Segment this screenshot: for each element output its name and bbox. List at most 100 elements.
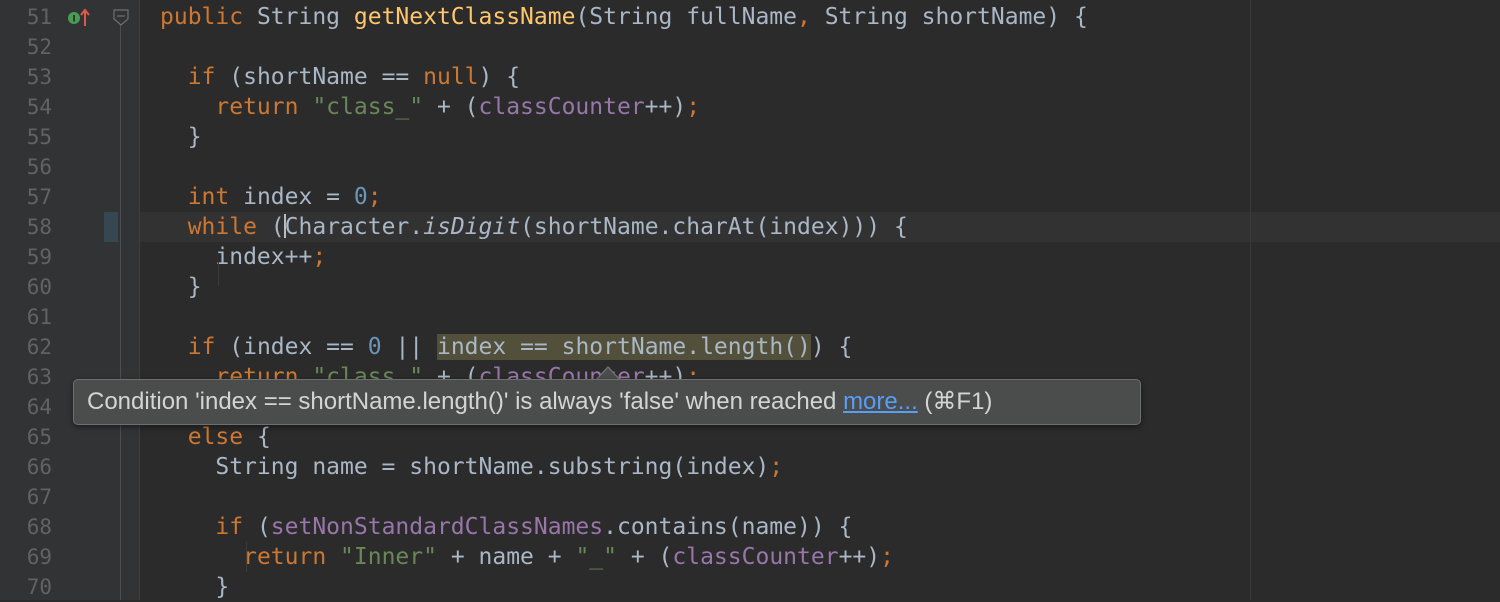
line-number: 53: [26, 65, 52, 89]
code-token: ;: [880, 544, 894, 570]
line-number: 70: [26, 575, 52, 599]
line-number: 57: [26, 185, 52, 209]
code-token: isDigit: [423, 214, 521, 240]
line-number: 68: [26, 515, 52, 539]
code-token: ;: [367, 184, 382, 210]
code-token: (shortName ==: [229, 64, 424, 90]
indent-guide: [246, 542, 247, 572]
code-token: 0: [367, 334, 382, 360]
code-token: ;: [769, 454, 784, 480]
fold-marker-icon[interactable]: [113, 9, 129, 31]
code-token: index =: [243, 184, 354, 210]
code-token: "class_": [312, 94, 424, 120]
line-number: 61: [26, 305, 52, 329]
inspection-tooltip: Condition 'index == shortName.length()' …: [73, 379, 1141, 425]
code-token: String shortName) {: [824, 4, 1088, 30]
code-token: ;: [312, 244, 327, 270]
code-line[interactable]: return "class_" + (classCounter++);: [160, 92, 700, 122]
line-number: 58: [26, 215, 52, 239]
implements-method-icon[interactable]: I: [66, 7, 92, 33]
svg-text:I: I: [72, 15, 75, 25]
code-token: setNonStandardClassNames: [270, 514, 604, 540]
code-token: while: [187, 214, 271, 240]
code-token: (: [270, 214, 285, 240]
line-number: 67: [26, 485, 52, 509]
code-line[interactable]: public String getNextClassName(String fu…: [160, 2, 1088, 32]
code-line[interactable]: if (shortName == null) {: [160, 62, 520, 92]
code-token: 0: [353, 184, 368, 210]
line-number: 56: [26, 155, 52, 179]
code-token: int: [187, 184, 244, 210]
code-line[interactable]: return "Inner" + name + "_" + (classCoun…: [160, 542, 894, 572]
code-token: "Inner": [340, 544, 437, 570]
code-token: + name +: [436, 544, 576, 570]
line-number: 54: [26, 95, 52, 119]
code-line[interactable]: int index = 0;: [160, 182, 382, 212]
code-token: null: [423, 64, 479, 90]
code-token: public: [160, 4, 257, 30]
code-token: ) {: [810, 334, 853, 360]
line-number: 52: [26, 35, 52, 59]
code-token: String: [256, 4, 354, 30]
code-line[interactable]: }: [160, 572, 229, 602]
code-token: (String fullName: [575, 4, 797, 30]
line-number: 65: [26, 425, 52, 449]
code-token: else: [187, 424, 257, 450]
code-token: Character.: [284, 214, 424, 240]
tooltip-message: Condition 'index == shortName.length()' …: [87, 388, 844, 415]
code-line[interactable]: }: [160, 122, 202, 152]
code-line[interactable]: while (Character.isDigit(shortName.charA…: [160, 212, 908, 242]
vcs-change-marker[interactable]: [104, 212, 118, 242]
code-token: }: [160, 124, 202, 150]
code-token: {: [256, 424, 271, 450]
code-token: return: [243, 544, 341, 570]
fold-guide-line: [120, 22, 121, 600]
line-number: 66: [26, 455, 52, 479]
code-token: classCounter: [672, 544, 839, 570]
code-token: return: [215, 94, 313, 120]
code-token: }: [160, 574, 230, 600]
code-token: getNextClassName: [353, 4, 576, 30]
right-margin-guide: [1250, 0, 1251, 600]
more-link[interactable]: more...: [843, 388, 918, 415]
code-line[interactable]: index++;: [160, 242, 326, 272]
line-number: 62: [26, 335, 52, 359]
line-number: 51: [26, 5, 52, 29]
code-line[interactable]: if (index == 0 || index == shortName.len…: [160, 332, 852, 362]
code-line[interactable]: String name = shortName.substring(index)…: [160, 452, 783, 482]
code-token: (shortName.charAt(index))) {: [520, 214, 908, 240]
code-line[interactable]: else {: [160, 422, 271, 452]
line-number: 55: [26, 125, 52, 149]
code-token: + (: [423, 94, 479, 120]
code-line[interactable]: }: [160, 272, 202, 302]
code-token: ++): [838, 544, 881, 570]
line-number: 63: [26, 365, 52, 389]
code-token: String name = shortName.substring(index): [160, 454, 770, 480]
code-token: }: [160, 274, 202, 300]
code-token: classCounter: [478, 94, 645, 120]
code-token: + (: [617, 544, 673, 570]
code-token: if: [215, 514, 257, 540]
code-token: ++): [644, 94, 687, 120]
code-token: ||: [381, 334, 437, 360]
code-token: (index ==: [229, 334, 368, 360]
code-token: ) {: [478, 64, 521, 90]
line-number: 59: [26, 245, 52, 269]
code-token: "_": [575, 544, 617, 570]
code-token: .contains(name)) {: [603, 514, 853, 540]
code-token: ;: [686, 94, 701, 120]
code-token: if: [187, 64, 230, 90]
code-token: ,: [797, 4, 825, 30]
line-number: 64: [26, 395, 52, 419]
code-token: (: [256, 514, 271, 540]
code-line[interactable]: if (setNonStandardClassNames.contains(na…: [160, 512, 852, 542]
warning-highlight: index == shortName.length(): [436, 334, 811, 360]
code-token: if: [187, 334, 230, 360]
